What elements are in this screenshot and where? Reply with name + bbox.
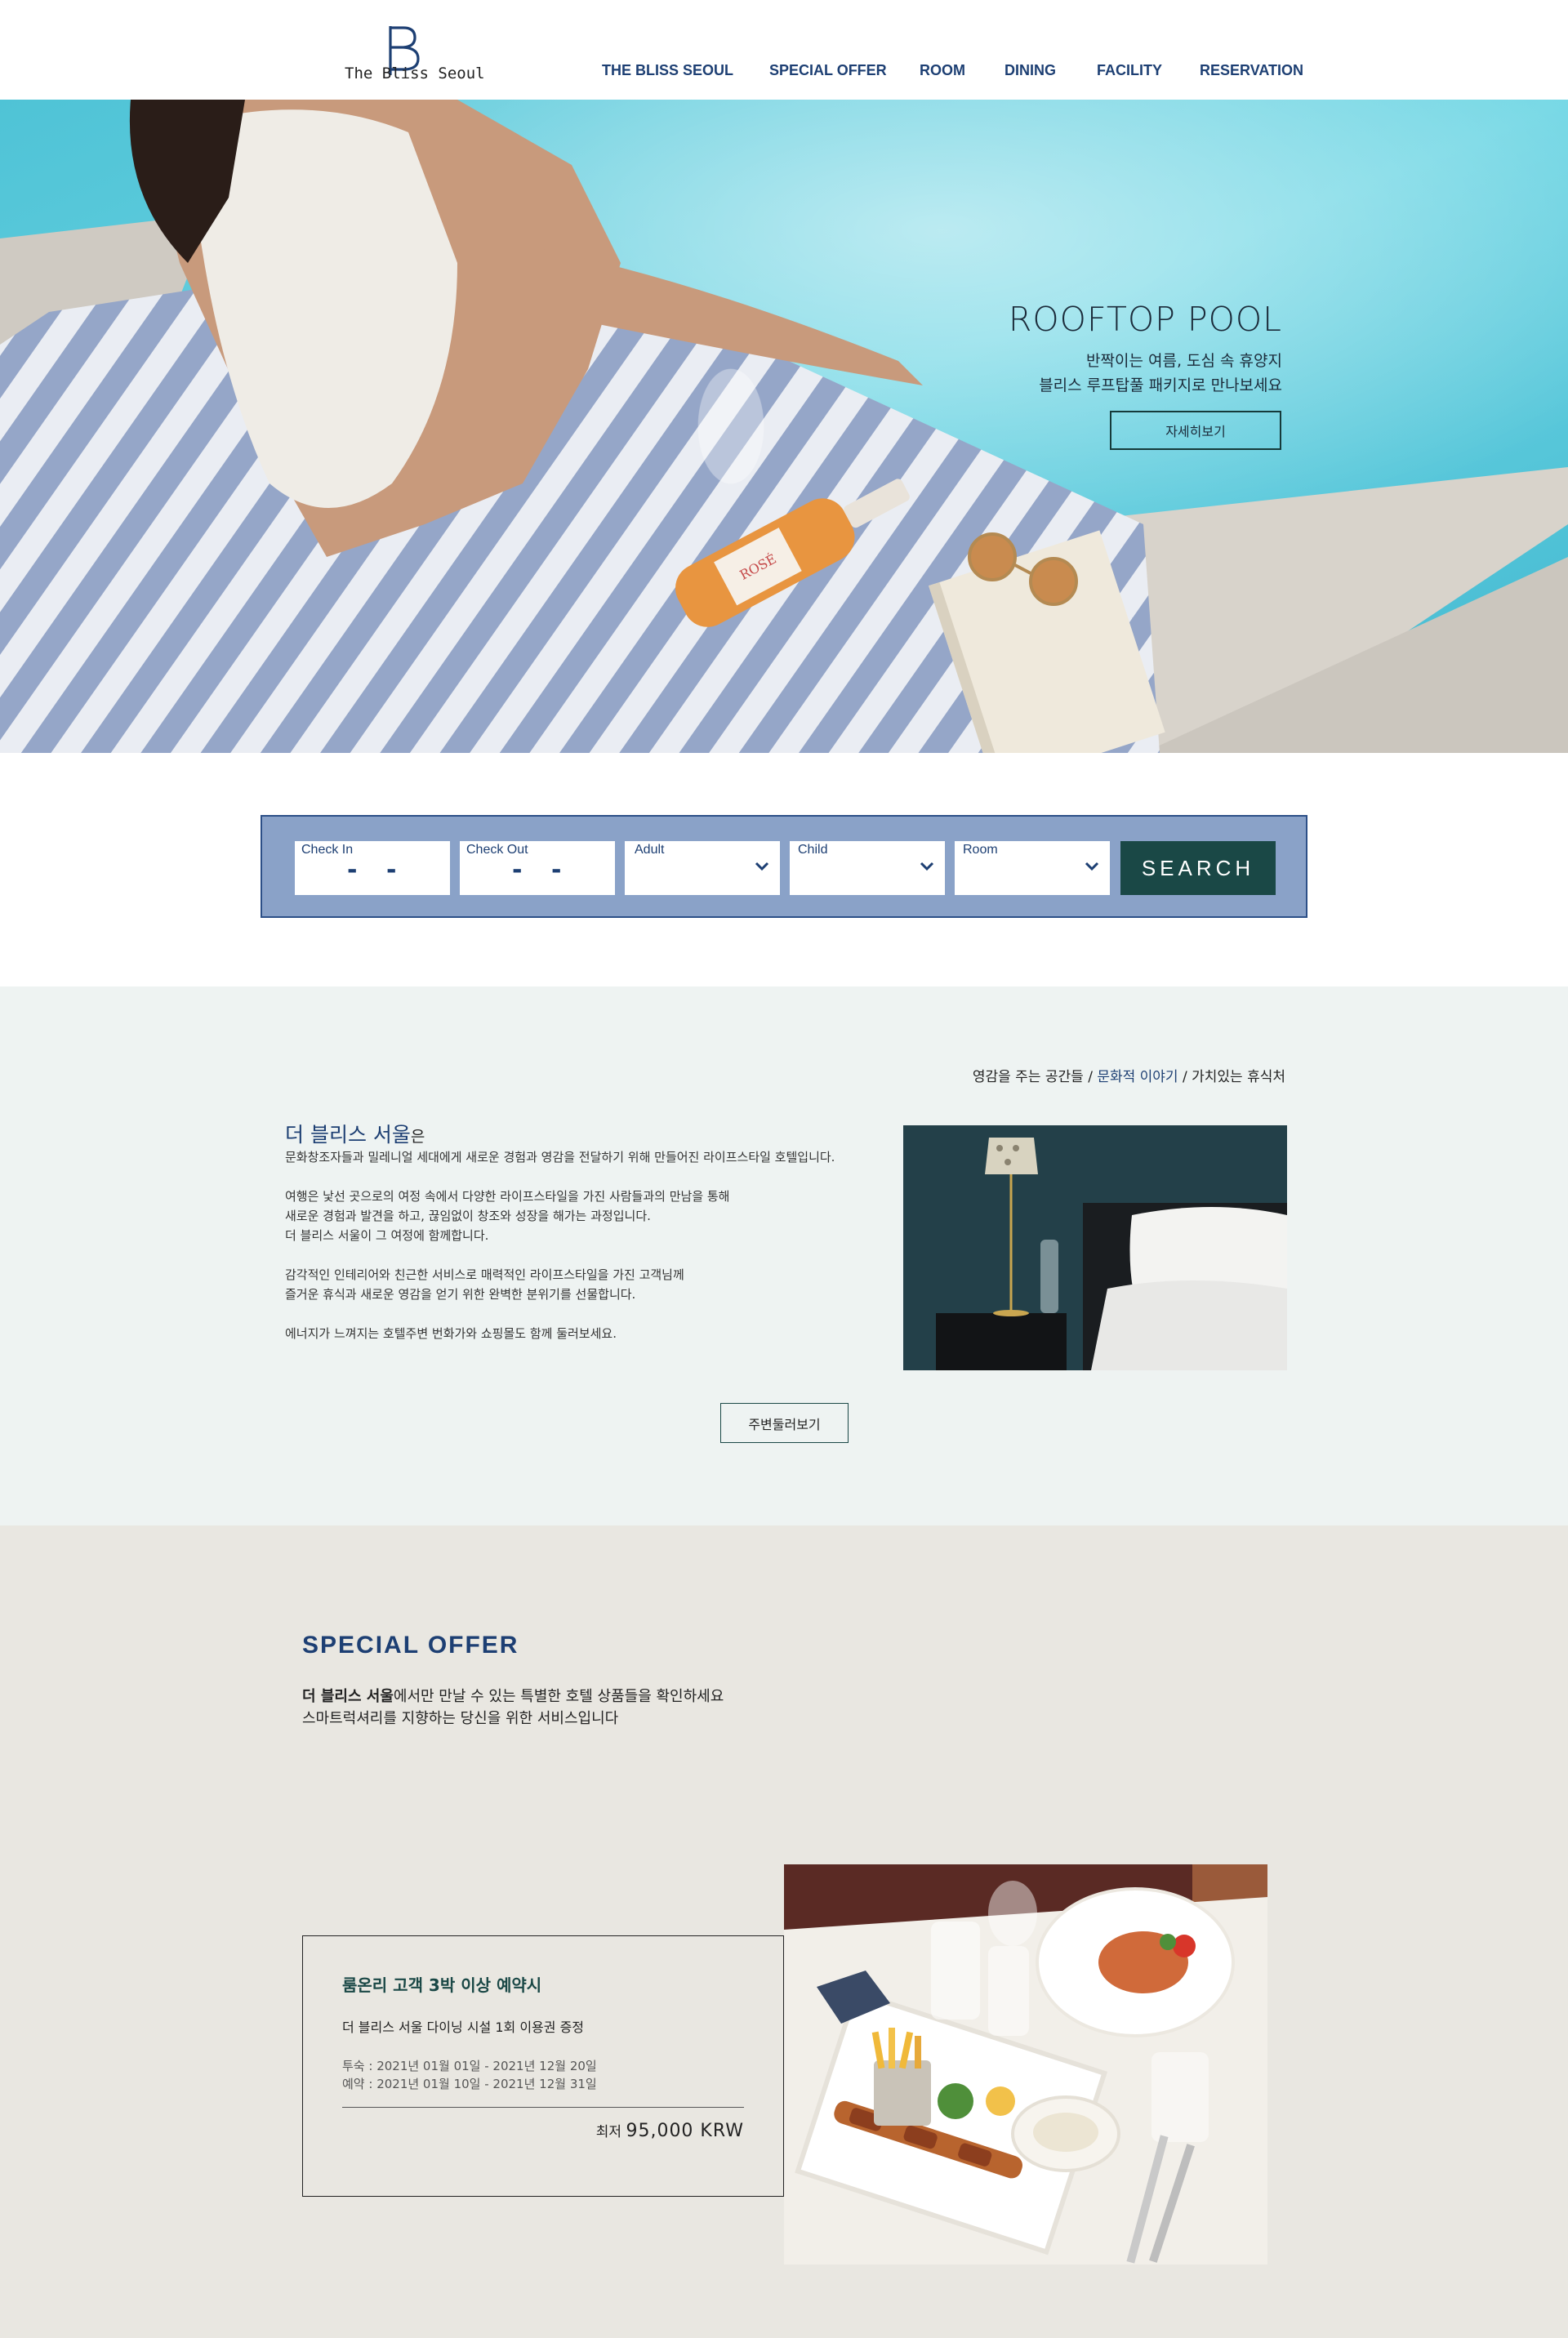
about-section: 영감을 주는 공간들 / 문화적 이야기 / 가치있는 휴식처 더 블리스 서울…: [0, 986, 1568, 1525]
offer-card-title: 룸온리 고객 3박 이상 예약시: [342, 1975, 542, 1995]
nav-facility[interactable]: FACILITY: [1097, 62, 1162, 79]
main-nav: THE BLISS SEOUL SPECIAL OFFER ROOM DININ…: [0, 62, 1568, 87]
about-paragraph: 에너지가 느껴지는 호텔주변 번화가와 쇼핑몰도 함께 둘러보세요.: [285, 1326, 617, 1341]
nav-room[interactable]: ROOM: [920, 62, 965, 79]
offer-stay-period: 투숙 : 2021년 01월 01일 - 2021년 12월 20일: [342, 2059, 597, 2073]
hero-subtitle-line-2: 블리스 루프탑풀 패키지로 만나보세요: [1039, 376, 1282, 394]
adult-select[interactable]: Adult: [625, 841, 780, 895]
date-separator: -: [551, 856, 562, 884]
hero-details-button[interactable]: 자세히보기: [1110, 411, 1281, 450]
site-header: The Bliss Seoul THE BLISS SEOUL SPECIAL …: [0, 0, 1568, 100]
hero-subtitle-line-1: 반짝이는 여름, 도심 속 휴양지: [1086, 352, 1282, 370]
about-paragraph: 감각적인 인테리어와 친근한 서비스로 매력적인 라이프스타일을 가진 고객님께: [285, 1267, 684, 1282]
crumb-rest[interactable]: / 가치있는 휴식처: [1183, 1069, 1285, 1085]
date-separator: -: [347, 856, 358, 884]
chevron-down-icon: [920, 862, 934, 871]
offer-desc-brand: 더 블리스 서울: [302, 1688, 394, 1705]
date-separator: -: [512, 856, 523, 884]
offer-card-divider: [342, 2107, 744, 2108]
hotel-room-photo: [903, 1125, 1287, 1370]
nav-dining[interactable]: DINING: [1004, 62, 1056, 79]
offer-price-prefix: 최저: [595, 2124, 622, 2140]
offer-booking-period: 예약 : 2021년 01월 10일 - 2021년 12월 31일: [342, 2077, 597, 2091]
adult-label: Adult: [635, 843, 665, 857]
hero-subtitle: 반짝이는 여름, 도심 속 휴양지 블리스 루프탑풀 패키지로 만나보세요: [1039, 349, 1282, 398]
chevron-down-icon: [1085, 862, 1099, 871]
booking-search-bar: Check In - - Check Out - - Adult Child R…: [261, 815, 1307, 918]
crumb-spaces[interactable]: 영감을 주는 공간들 /: [973, 1069, 1093, 1085]
about-paragraph: 문화창조자들과 밀레니얼 세대에게 새로운 경험과 영감을 전달하기 위해 만들…: [285, 1150, 835, 1165]
dining-photo: [784, 1864, 1267, 2265]
offer-card[interactable]: 룸온리 고객 3박 이상 예약시 더 블리스 서울 다이닝 시설 1회 이용권 …: [302, 1935, 784, 2197]
search-button[interactable]: SEARCH: [1120, 841, 1276, 895]
about-paragraph: 여행은 낯선 곳으로의 여정 속에서 다양한 라이프스타일을 가진 사람들과의 …: [285, 1189, 730, 1204]
about-title-name: 더 블리스 서울: [285, 1123, 411, 1147]
special-offer-description: 더 블리스 서울에서만 만날 수 있는 특별한 호텔 상품들을 확인하세요 스마…: [302, 1686, 724, 1730]
about-title: 더 블리스 서울은: [285, 1119, 425, 1148]
offer-card-subtitle: 더 블리스 서울 다이닝 시설 1회 이용권 증정: [342, 2020, 585, 2035]
about-paragraph: 더 블리스 서울이 그 여정에 함께합니다.: [285, 1228, 489, 1243]
nav-the-bliss-seoul[interactable]: THE BLISS SEOUL: [602, 62, 733, 79]
check-in-label: Check In: [301, 843, 354, 857]
about-breadcrumb: 영감을 주는 공간들 / 문화적 이야기 / 가치있는 휴식처: [973, 1065, 1285, 1085]
nav-special-offer[interactable]: SPECIAL OFFER: [769, 62, 887, 79]
offer-price: 최저 95,000 KRW: [596, 2120, 744, 2141]
dining-photo-illustration: [784, 1864, 1267, 2265]
room-select[interactable]: Room: [955, 841, 1110, 895]
check-out-field[interactable]: Check Out - -: [460, 841, 615, 895]
date-separator: -: [386, 856, 397, 884]
about-title-suffix: 은: [410, 1128, 425, 1146]
offer-desc-rest: 에서만 만날 수 있는 특별한 호텔 상품들을 확인하세요: [393, 1688, 724, 1705]
check-in-field[interactable]: Check In - -: [295, 841, 450, 895]
about-paragraph: 즐거운 휴식과 새로운 영감을 얻기 위한 완벽한 분위기를 선물합니다.: [285, 1287, 636, 1302]
offer-desc-line-2: 스마트럭셔리를 지향하는 당신을 위한 서비스입니다: [302, 1710, 619, 1727]
room-photo-illustration: [903, 1125, 1287, 1370]
offer-price-amount: 95,000 KRW: [626, 2121, 744, 2141]
child-select[interactable]: Child: [790, 841, 945, 895]
nav-reservation[interactable]: RESERVATION: [1200, 62, 1303, 79]
special-offer-title: SPECIAL OFFER: [302, 1632, 519, 1659]
child-label: Child: [798, 843, 828, 857]
offer-desc-line-1: 더 블리스 서울에서만 만날 수 있는 특별한 호텔 상품들을 확인하세요: [302, 1686, 724, 1708]
room-label: Room: [963, 843, 998, 857]
hero-banner: ROSÉ ROOFTOP POOL 반짝이는 여름, 도심 속 휴양지 블리스 …: [0, 100, 1568, 753]
chevron-down-icon: [755, 862, 769, 871]
explore-nearby-button[interactable]: 주변둘러보기: [720, 1403, 849, 1443]
about-paragraph: 새로운 경험과 발견을 하고, 끊임없이 창조와 성장을 해가는 과정입니다.: [285, 1209, 651, 1223]
hero-pool-photo: ROSÉ: [0, 100, 1568, 753]
special-offer-section: SPECIAL OFFER 더 블리스 서울에서만 만날 수 있는 특별한 호텔…: [0, 1525, 1568, 2338]
hero-title: ROOFTOP POOL: [1008, 300, 1282, 339]
crumb-cultural-story[interactable]: 문화적 이야기: [1097, 1069, 1178, 1085]
